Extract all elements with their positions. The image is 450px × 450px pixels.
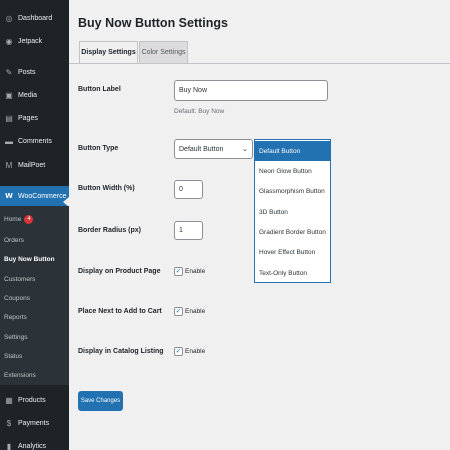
sidebar-item-comments[interactable]: ▬ Comments	[0, 131, 69, 151]
update-count-badge: 4	[24, 215, 34, 224]
dropdown-option[interactable]: Neon Glow Button	[255, 161, 330, 181]
payments-icon: $	[6, 418, 12, 428]
submenu-item-customers[interactable]: Customers	[4, 276, 35, 283]
page-title: Buy Now Button Settings	[78, 16, 228, 30]
display-catalog-checkbox[interactable]: ✓	[174, 347, 183, 356]
sidebar-item-label: Payments	[18, 419, 50, 427]
border-radius-label: Border Radius (px)	[78, 227, 142, 234]
comment-icon: ▬	[5, 136, 13, 146]
display-product-page-enable-label[interactable]: Enable	[185, 268, 205, 275]
sidebar-item-label: WooCommerce	[18, 192, 67, 200]
sidebar-item-payments[interactable]: $ Payments	[0, 413, 69, 433]
dropdown-option[interactable]: Default Button	[255, 141, 330, 161]
sidebar-item-mailpoet[interactable]: M MailPoet	[0, 155, 69, 175]
sidebar-item-label: Dashboard	[18, 14, 53, 22]
sidebar-item-label: Analytics	[18, 442, 47, 450]
sidebar-item-label: Products	[18, 396, 46, 404]
tab-color-settings[interactable]: Color Settings	[139, 41, 188, 64]
woocommerce-icon: W	[5, 192, 13, 200]
chevron-down-icon: ⌄	[242, 145, 248, 153]
sidebar-item-dashboard[interactable]: ◎ Dashboard	[0, 8, 69, 28]
submenu-item-buy-now-button[interactable]: Buy Now Button	[4, 256, 55, 263]
sidebar-item-label: Media	[18, 91, 38, 99]
sidebar-item-label: Comments	[18, 137, 52, 145]
sidebar-item-pages[interactable]: ▤ Pages	[0, 108, 69, 128]
button-type-dropdown: Default Button Neon Glow Button Glassmor…	[254, 139, 331, 283]
display-product-page-checkbox[interactable]: ✓	[174, 267, 183, 276]
tab-divider	[69, 63, 450, 64]
sidebar-item-posts[interactable]: ✎ Posts	[0, 62, 69, 82]
pin-icon: ✎	[5, 67, 13, 77]
dropdown-option[interactable]: Text-Only Button	[255, 263, 330, 283]
sidebar-item-analytics[interactable]: ▮ Analytics	[0, 436, 69, 450]
sidebar-item-products[interactable]: ▦ Products	[0, 390, 69, 410]
jetpack-icon: ◉	[5, 36, 13, 46]
button-width-label: Button Width (%)	[78, 185, 135, 192]
sidebar-item-label: Posts	[18, 68, 36, 76]
place-next-cart-label: Place Next to Add to Cart	[78, 308, 162, 315]
analytics-icon: ▮	[6, 441, 12, 450]
save-changes-button[interactable]: Save Changes	[78, 391, 123, 411]
tab-display-settings[interactable]: Display Settings	[79, 41, 138, 64]
display-catalog-enable-label[interactable]: Enable	[185, 348, 205, 355]
woocommerce-submenu: Home 4 Orders Buy Now Button Customers Co…	[0, 206, 69, 385]
submenu-item-extensions[interactable]: Extensions	[4, 372, 36, 379]
dashboard-icon: ◎	[5, 13, 13, 23]
submenu-item-label: Home	[4, 216, 22, 224]
dropdown-option[interactable]: Hover Effect Button	[255, 242, 330, 262]
place-next-cart-enable-label[interactable]: Enable	[185, 308, 205, 315]
button-type-selected-value: Default Button	[179, 145, 224, 153]
submenu-item-coupons[interactable]: Coupons	[4, 295, 30, 302]
media-icon: ▣	[5, 90, 13, 100]
button-label-input[interactable]: Buy Now	[174, 80, 328, 101]
button-type-select[interactable]: Default Button ⌄	[174, 139, 253, 159]
submenu-item-reports[interactable]: Reports	[4, 314, 27, 321]
submenu-item-status[interactable]: Status	[4, 353, 22, 360]
sidebar-item-label: MailPoet	[18, 161, 46, 169]
sidebar-item-label: Jetpack	[18, 37, 43, 45]
button-type-label: Button Type	[78, 145, 119, 152]
submenu-item-orders[interactable]: Orders	[4, 237, 24, 244]
button-width-input[interactable]: 0	[174, 180, 203, 199]
dropdown-option[interactable]: Gradient Border Button	[255, 222, 330, 242]
submenu-item-home[interactable]: Home 4	[4, 215, 34, 224]
sidebar-item-label: Pages	[18, 114, 38, 122]
mailpoet-icon: M	[5, 160, 13, 170]
button-label-label: Button Label	[78, 86, 121, 93]
sidebar-item-media[interactable]: ▣ Media	[0, 85, 69, 105]
dropdown-option[interactable]: Glassmorphism Button	[255, 181, 330, 201]
pages-icon: ▤	[5, 113, 13, 123]
submenu-item-settings[interactable]: Settings	[4, 334, 28, 341]
place-next-cart-checkbox[interactable]: ✓	[174, 307, 183, 316]
products-icon: ▦	[5, 395, 13, 405]
button-label-description: Default: Buy Now	[174, 108, 225, 115]
display-catalog-label: Display in Catalog Listing	[78, 348, 164, 355]
sidebar-item-woocommerce[interactable]: W WooCommerce	[0, 186, 69, 206]
admin-sidebar: ◎ Dashboard ◉ Jetpack ✎ Posts ▣ Media ▤ …	[0, 0, 69, 450]
dropdown-option[interactable]: 3D Button	[255, 202, 330, 222]
display-product-page-label: Display on Product Page	[78, 268, 161, 275]
border-radius-input[interactable]: 1	[174, 221, 203, 240]
sidebar-item-jetpack[interactable]: ◉ Jetpack	[0, 31, 69, 51]
